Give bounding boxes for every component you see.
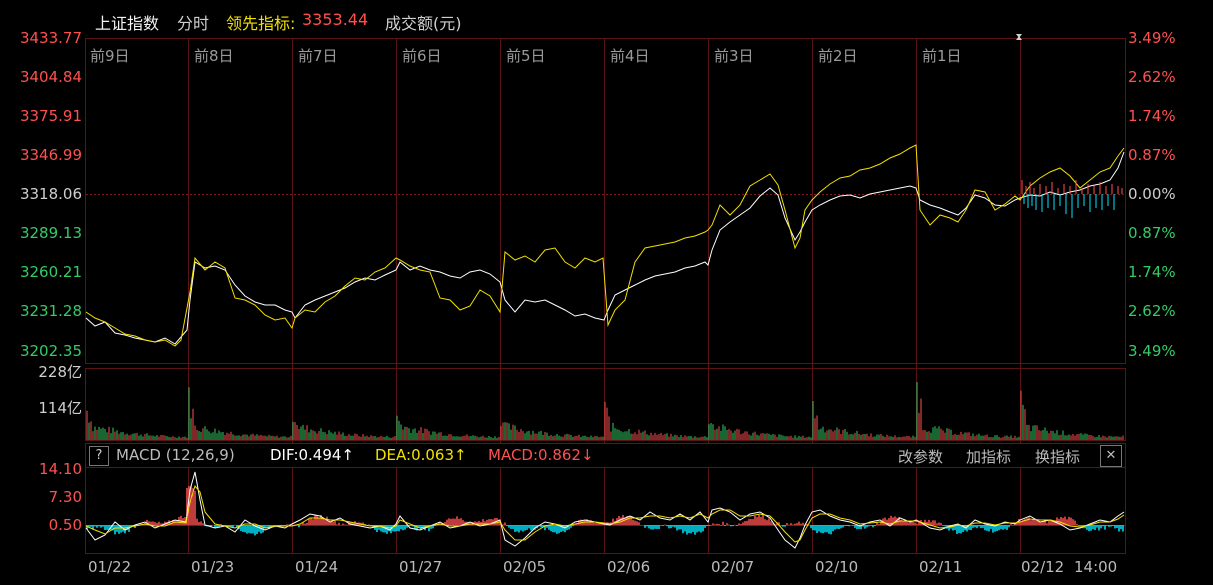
percent-tick: 2.62% xyxy=(1128,302,1176,320)
macd-panel-frame xyxy=(85,467,1126,554)
date-label: 01/24 xyxy=(295,558,339,576)
macd-tick: 14.10 xyxy=(39,460,82,478)
date-label: 01/22 xyxy=(88,558,132,576)
date-label: 02/11 xyxy=(919,558,963,576)
percent-tick: 0.87% xyxy=(1128,146,1176,164)
date-label: 02/10 xyxy=(815,558,859,576)
change-params-button[interactable]: 改参数 xyxy=(898,446,943,467)
price-tick: 3318.06 xyxy=(19,185,82,203)
day-label: 前1日 xyxy=(922,47,962,65)
macd-tick: 7.30 xyxy=(48,488,82,506)
price-tick: 3260.21 xyxy=(19,263,82,281)
date-label: 02/05 xyxy=(503,558,547,576)
date-label: 02/06 xyxy=(607,558,651,576)
percent-tick: 0.87% xyxy=(1128,224,1176,242)
price-tick: 3433.77 xyxy=(19,29,82,47)
macd-tick: 0.50 xyxy=(48,516,82,534)
time-label: 14:00 xyxy=(1074,558,1118,576)
percent-tick: 3.49% xyxy=(1128,29,1176,47)
day-label: 前4日 xyxy=(610,47,650,65)
chart-canvas xyxy=(85,34,1126,554)
percent-tick: 0.00% xyxy=(1128,185,1176,203)
day-label: 前5日 xyxy=(506,47,546,65)
price-tick: 3231.28 xyxy=(19,302,82,320)
price-tick: 3375.91 xyxy=(19,107,82,125)
macd-dea: DEA:0.063↑ xyxy=(375,446,467,464)
volume-tick: 114亿 xyxy=(38,399,82,417)
price-tick: 3346.99 xyxy=(19,146,82,164)
day-label: 前9日 xyxy=(90,47,130,65)
price-tick: 3289.13 xyxy=(19,224,82,242)
day-separators xyxy=(188,39,1021,553)
close-icon[interactable]: ✕ xyxy=(1100,445,1122,467)
day-label: 前7日 xyxy=(298,47,338,65)
switch-indicator-button[interactable]: 换指标 xyxy=(1035,446,1080,467)
date-label: 02/12 xyxy=(1021,558,1065,576)
macd-name[interactable]: MACD (12,26,9) xyxy=(116,446,235,464)
help-button[interactable]: ? xyxy=(89,446,109,466)
day-label: 前2日 xyxy=(818,47,858,65)
add-indicator-button[interactable]: 加指标 xyxy=(966,446,1011,467)
price-panel-frame xyxy=(85,38,1126,364)
macd-dif: DIF:0.494↑ xyxy=(270,446,355,464)
day-label: 前6日 xyxy=(402,47,442,65)
day-label: 前3日 xyxy=(714,47,754,65)
percent-tick: 1.74% xyxy=(1128,263,1176,281)
price-tick: 3404.84 xyxy=(19,68,82,86)
date-label: 01/27 xyxy=(399,558,443,576)
macd-value: MACD:0.862↓ xyxy=(488,446,594,464)
percent-tick: 1.74% xyxy=(1128,107,1176,125)
date-label: 01/23 xyxy=(191,558,235,576)
percent-tick: 2.62% xyxy=(1128,68,1176,86)
latest-day-flow-bars xyxy=(1021,180,1123,218)
percent-tick: 3.49% xyxy=(1128,342,1176,360)
day-label: 前8日 xyxy=(194,47,234,65)
volume-tick: 228亿 xyxy=(38,363,82,381)
price-tick: 3202.35 xyxy=(19,342,82,360)
date-label: 02/07 xyxy=(711,558,755,576)
